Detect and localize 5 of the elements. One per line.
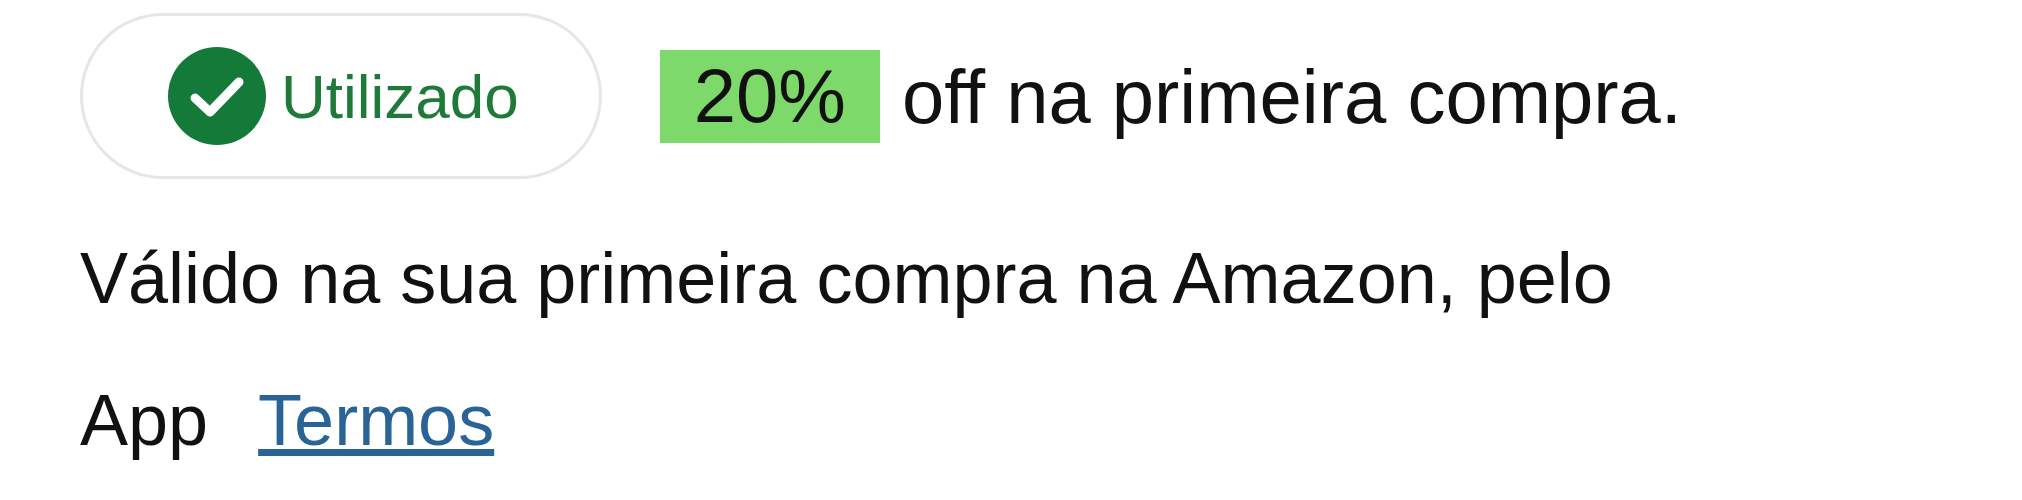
discount-badge: 20%: [659, 49, 880, 143]
terms-link[interactable]: Termos: [258, 380, 495, 460]
description-text: Válido na sua primeira compra na Amazon, pelo App Termos: [80, 237, 1614, 462]
status-label: Utilizado: [281, 60, 519, 132]
offer-text: off na primeira compra.: [901, 52, 1682, 140]
